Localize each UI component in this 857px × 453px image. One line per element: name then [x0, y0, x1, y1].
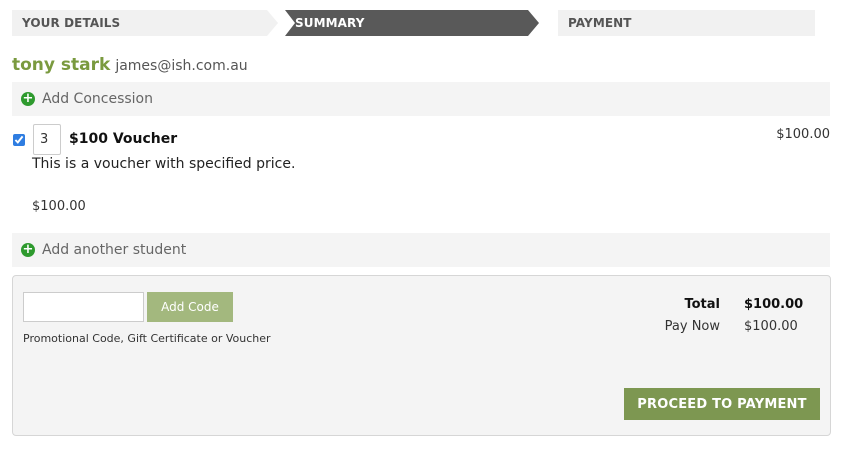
step-label: PAYMENT: [568, 16, 632, 30]
item-checkbox[interactable]: [13, 134, 25, 146]
proceed-to-payment-button[interactable]: PROCEED TO PAYMENT: [624, 388, 820, 420]
plus-circle-icon: +: [21, 242, 35, 257]
add-student-button[interactable]: + Add another student: [12, 233, 830, 267]
step-label: SUMMARY: [295, 16, 365, 30]
item-price: $100.00: [32, 199, 86, 214]
step-label: YOUR DETAILS: [22, 16, 121, 30]
total-label: Total: [684, 296, 720, 312]
item-line-total: $100.00: [776, 127, 830, 142]
pay-now-value: $100.00: [744, 318, 798, 334]
total-row: Total $100.00: [636, 293, 806, 315]
pay-now-label: Pay Now: [664, 318, 720, 334]
promo-code-input[interactable]: [23, 292, 144, 322]
pay-now-row: Pay Now $100.00: [636, 315, 806, 337]
quantity-input[interactable]: [33, 124, 61, 155]
student-email: james@ish.com.au: [115, 58, 248, 74]
step-payment[interactable]: PAYMENT: [558, 10, 815, 36]
student-header: tony stark james@ish.com.au: [12, 55, 248, 79]
add-code-button[interactable]: Add Code: [147, 292, 233, 322]
add-concession-label: Add Concession: [42, 91, 153, 107]
totals: Total $100.00 Pay Now $100.00: [636, 293, 806, 337]
order-summary-panel: Add Code Promotional Code, Gift Certific…: [12, 275, 831, 436]
add-concession-button[interactable]: + Add Concession: [12, 82, 830, 116]
promo-code-hint: Promotional Code, Gift Certificate or Vo…: [23, 332, 271, 345]
checkout-steps: YOUR DETAILS SUMMARY PAYMENT: [12, 10, 815, 36]
student-name: tony stark: [12, 55, 111, 75]
item-description: This is a voucher with specified price.: [32, 156, 296, 172]
plus-circle-icon: +: [21, 91, 35, 106]
step-summary[interactable]: SUMMARY: [285, 10, 539, 36]
total-value: $100.00: [744, 296, 804, 312]
step-your-details[interactable]: YOUR DETAILS: [12, 10, 278, 36]
item-name: $100 Voucher: [69, 131, 178, 147]
add-student-label: Add another student: [42, 242, 187, 258]
